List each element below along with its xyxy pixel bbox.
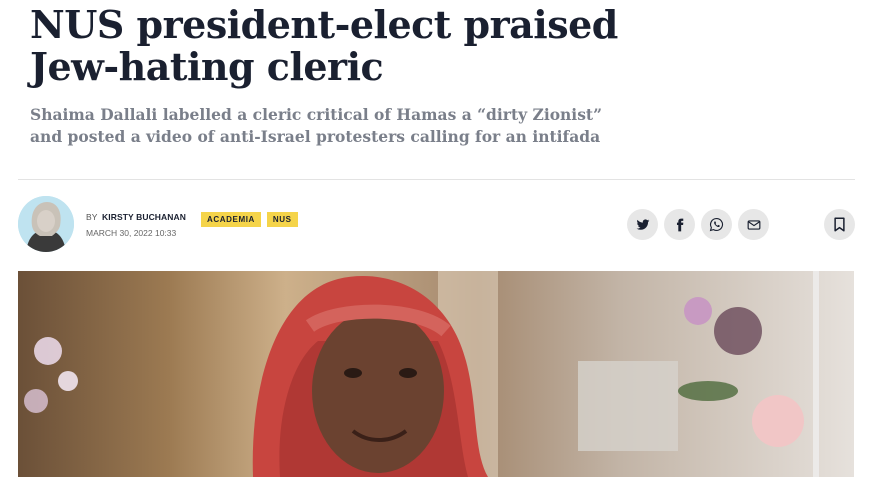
bookmark-icon — [834, 217, 845, 232]
article-standfirst: Shaima Dallali labelled a cleric critica… — [30, 105, 603, 146]
share-buttons — [627, 209, 769, 240]
author-avatar[interactable] — [18, 196, 74, 252]
email-icon — [747, 219, 760, 230]
share-whatsapp-button[interactable] — [701, 209, 732, 240]
share-twitter-button[interactable] — [627, 209, 658, 240]
tag-list: ACADEMIA NUS — [201, 212, 298, 227]
article-headline: NUS president-elect praised Jew-hating c… — [30, 2, 618, 89]
bookmark-button[interactable] — [824, 209, 855, 240]
share-email-button[interactable] — [738, 209, 769, 240]
whatsapp-icon — [709, 217, 724, 232]
divider — [18, 179, 855, 180]
hero-image — [18, 271, 854, 477]
author-name[interactable]: KIRSTY BUCHANAN — [102, 212, 186, 222]
facebook-icon — [676, 218, 683, 231]
tag-nus[interactable]: NUS — [266, 212, 298, 227]
byline-prefix: BY — [86, 212, 98, 222]
twitter-icon — [636, 218, 649, 230]
byline: BY KIRSTY BUCHANAN — [86, 212, 186, 222]
share-facebook-button[interactable] — [664, 209, 695, 240]
tag-academia[interactable]: ACADEMIA — [201, 212, 261, 227]
publish-date: MARCH 30, 2022 10:33 — [86, 228, 177, 238]
